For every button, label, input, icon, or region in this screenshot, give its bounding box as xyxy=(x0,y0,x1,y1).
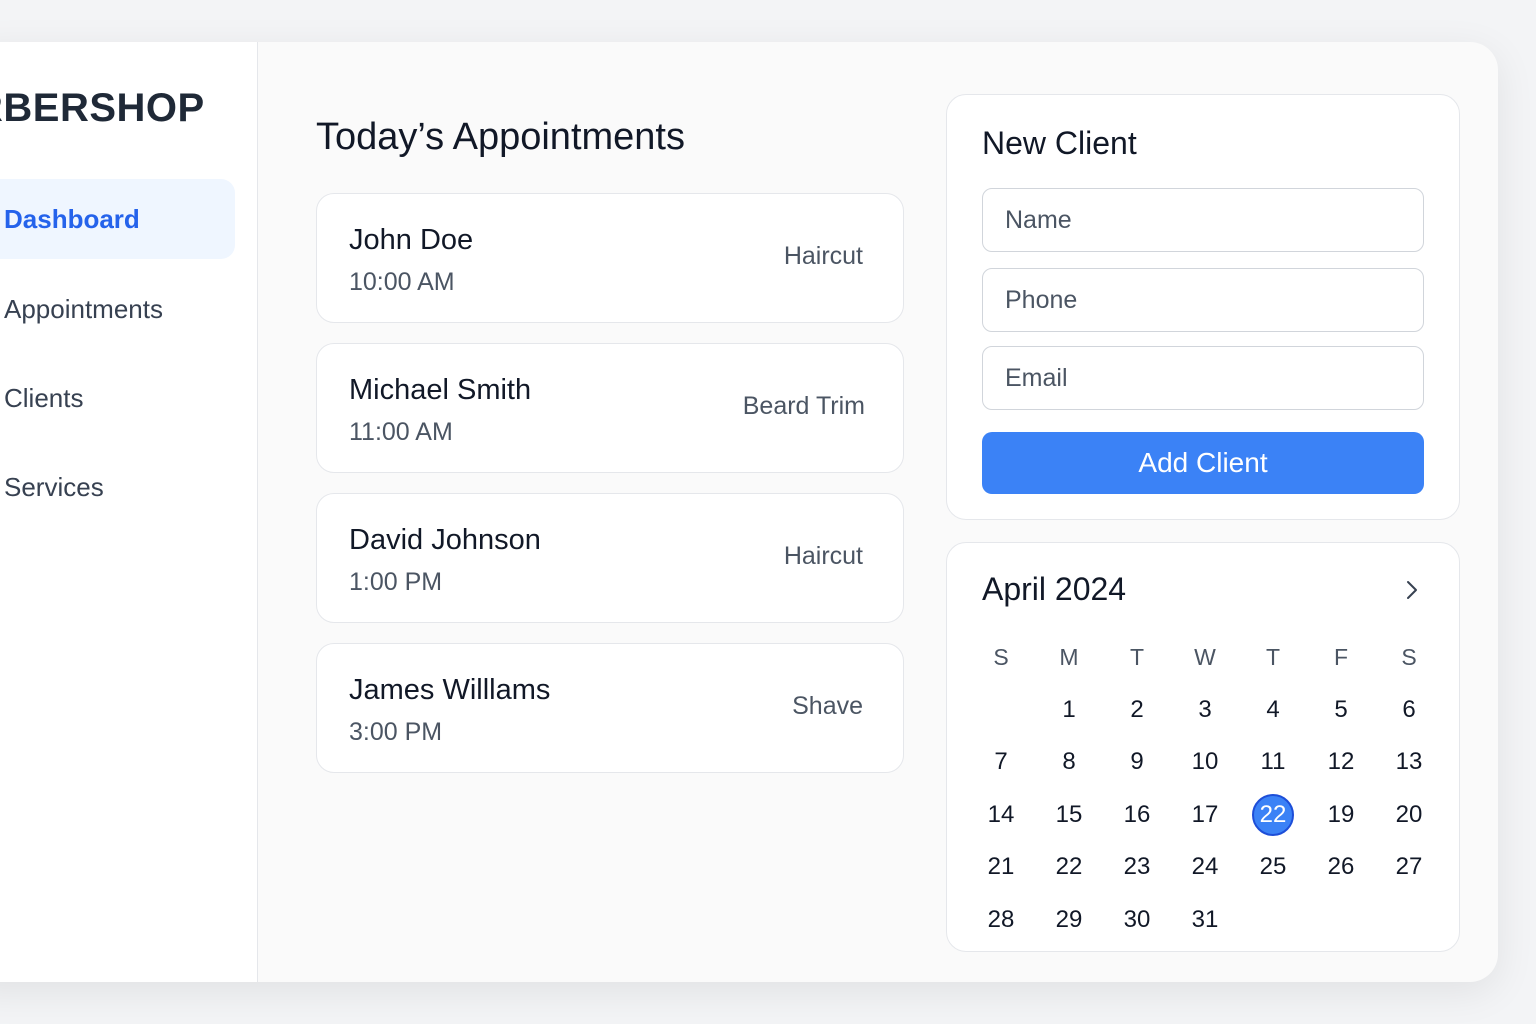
sidebar-item-appointments[interactable]: Appointments xyxy=(0,269,235,349)
calendar-day[interactable]: 7 xyxy=(967,736,1035,789)
calendar-day[interactable]: 27 xyxy=(1375,841,1443,894)
calendar-day[interactable]: 25 xyxy=(1239,841,1307,894)
appointment-client-name: James Willlams xyxy=(349,674,551,706)
calendar-weekday-header: S xyxy=(1401,643,1417,670)
sidebar: RBERSHOP Dashboard Appointments Clients … xyxy=(0,42,258,982)
calendar-day[interactable]: 15 xyxy=(1035,789,1103,842)
calendar-day[interactable]: 26 xyxy=(1307,841,1375,894)
calendar-day[interactable]: 30 xyxy=(1103,894,1171,947)
calendar-weekday-header: S xyxy=(993,643,1009,670)
calendar: April 2024 S M T W T F S 1 2 3 4 5 6 7 8 9 10 11 12 13 14 15 1… xyxy=(946,542,1460,952)
calendar-day[interactable]: 23 xyxy=(1103,841,1171,894)
calendar-day[interactable]: 10 xyxy=(1171,736,1239,789)
add-client-button[interactable]: Add Client xyxy=(982,432,1424,494)
calendar-day-selected[interactable]: 22 xyxy=(1239,789,1307,842)
appointment-client-name: John Doe xyxy=(349,224,474,256)
calendar-day[interactable]: 16 xyxy=(1103,789,1171,842)
calendar-month-label: April 2024 xyxy=(982,571,1127,607)
appointment-time: 1:00 PM xyxy=(349,568,443,596)
main-content: Today’s Appointments John Doe 10:00 AM H… xyxy=(258,42,1498,982)
calendar-empty-cell xyxy=(1307,894,1375,947)
calendar-grid: S M T W T F S 1 2 3 4 5 6 7 8 9 10 11 12 13 14 15 16 17 22 19 20 21… xyxy=(967,631,1443,946)
phone-input[interactable] xyxy=(982,268,1424,332)
appointment-client-name: Michael Smith xyxy=(349,374,532,406)
appointment-service: Haircut xyxy=(783,542,863,570)
calendar-day[interactable]: 17 xyxy=(1171,789,1239,842)
sidebar-item-services[interactable]: Services xyxy=(0,447,235,527)
appointment-client-name: David Johnson xyxy=(349,524,541,556)
calendar-day[interactable]: 1 xyxy=(1035,684,1103,737)
calendar-day[interactable]: 6 xyxy=(1375,684,1443,737)
calendar-day[interactable]: 2 xyxy=(1103,684,1171,737)
appointment-service: Haircut xyxy=(783,242,863,270)
calendar-day[interactable]: 20 xyxy=(1375,789,1443,842)
calendar-day[interactable]: 9 xyxy=(1103,736,1171,789)
new-client-title: New Client xyxy=(982,125,1137,161)
name-input[interactable] xyxy=(982,188,1424,252)
calendar-day[interactable]: 5 xyxy=(1307,684,1375,737)
calendar-empty-cell xyxy=(1375,894,1443,947)
brand-logo: RBERSHOP xyxy=(0,86,205,130)
calendar-day[interactable]: 11 xyxy=(1239,736,1307,789)
calendar-day[interactable]: 3 xyxy=(1171,684,1239,737)
calendar-day[interactable]: 12 xyxy=(1307,736,1375,789)
new-client-form: New Client Add Client xyxy=(946,94,1460,520)
appointment-service: Shave xyxy=(792,692,863,720)
calendar-weekday-header: T xyxy=(1129,643,1145,670)
calendar-day[interactable]: 4 xyxy=(1239,684,1307,737)
calendar-weekday-header: F xyxy=(1333,643,1349,670)
calendar-weekday-header: T xyxy=(1265,643,1281,670)
appointment-time: 10:00 AM xyxy=(349,268,455,296)
calendar-day[interactable]: 8 xyxy=(1035,736,1103,789)
calendar-day[interactable]: 19 xyxy=(1307,789,1375,842)
calendar-day[interactable]: 24 xyxy=(1171,841,1239,894)
appointment-card[interactable]: John Doe 10:00 AM Haircut xyxy=(316,193,904,323)
sidebar-item-clients[interactable]: Clients xyxy=(0,358,235,438)
calendar-day[interactable]: 31 xyxy=(1171,894,1239,947)
appointment-card[interactable]: James Willlams 3:00 PM Shave xyxy=(316,643,904,773)
appointment-card[interactable]: Michael Smith 11:00 AM Beard Trim xyxy=(316,343,904,473)
calendar-day[interactable]: 22 xyxy=(1035,841,1103,894)
appointment-time: 3:00 PM xyxy=(349,718,443,746)
selected-day-marker: 22 xyxy=(1252,793,1294,836)
calendar-weekday-header: W xyxy=(1194,643,1216,670)
calendar-day[interactable]: 13 xyxy=(1375,736,1443,789)
sidebar-item-dashboard[interactable]: Dashboard xyxy=(0,179,235,259)
calendar-empty-cell xyxy=(1239,894,1307,947)
email-input[interactable] xyxy=(982,346,1424,410)
appointment-card[interactable]: David Johnson 1:00 PM Haircut xyxy=(316,493,904,623)
app-window: RBERSHOP Dashboard Appointments Clients … xyxy=(0,42,1498,982)
appointment-service: Beard Trim xyxy=(742,392,865,420)
calendar-day[interactable]: 21 xyxy=(967,841,1035,894)
calendar-empty-cell xyxy=(967,684,1035,737)
calendar-weekday-header: M xyxy=(1059,643,1079,670)
appointment-time: 11:00 AM xyxy=(349,418,453,446)
calendar-day[interactable]: 28 xyxy=(967,894,1035,947)
calendar-day[interactable]: 29 xyxy=(1035,894,1103,947)
calendar-day[interactable]: 14 xyxy=(967,789,1035,842)
chevron-right-icon[interactable] xyxy=(1395,573,1429,607)
page-title: Today’s Appointments xyxy=(316,116,685,158)
